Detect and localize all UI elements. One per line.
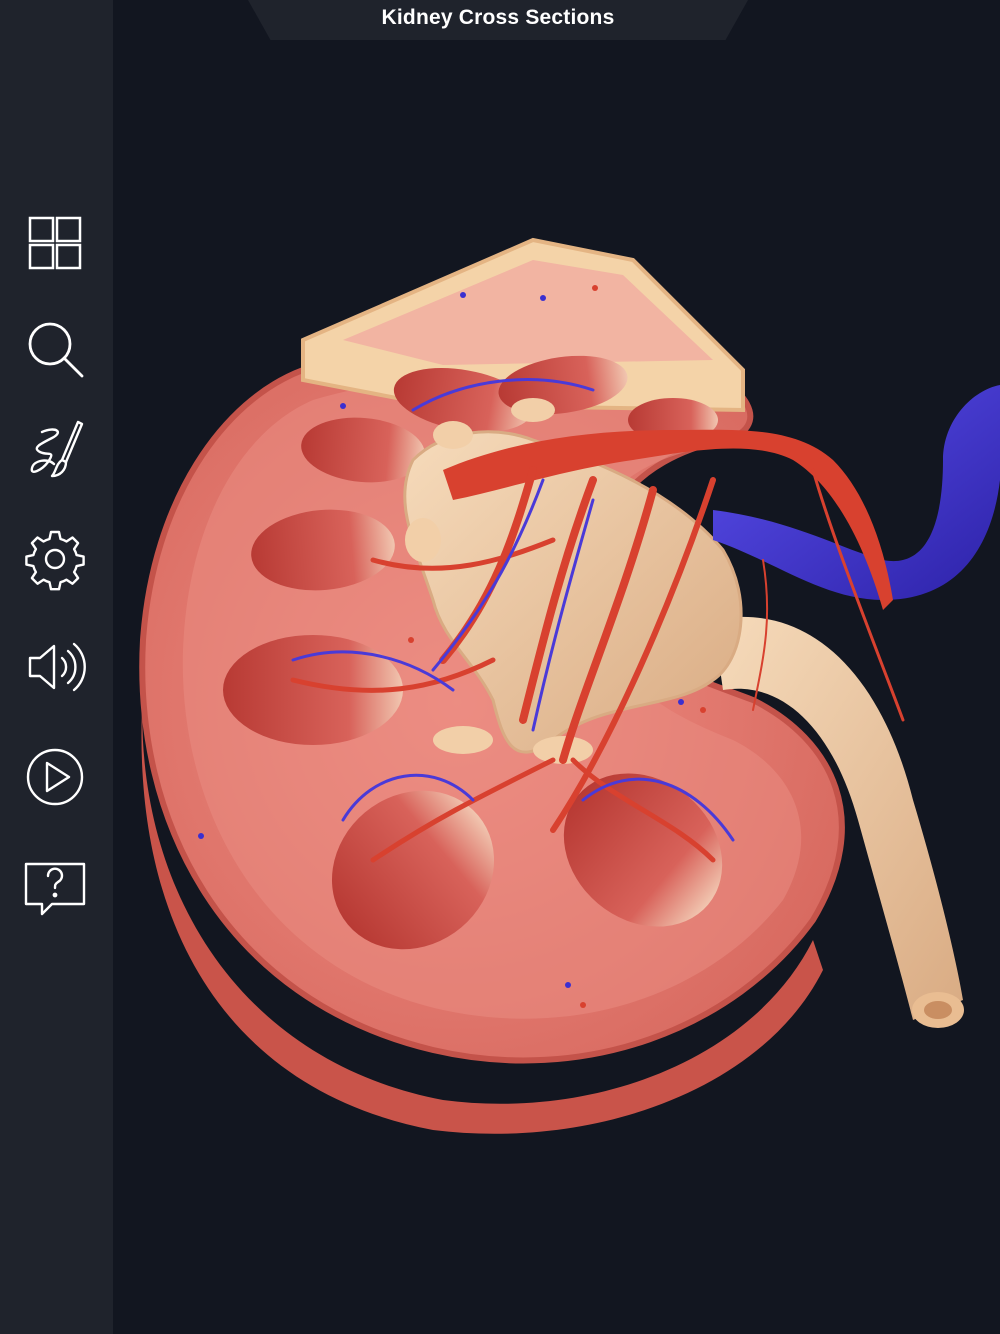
play-icon: [26, 748, 84, 806]
kidney-cross-section-model: [139, 237, 1000, 1134]
settings-button[interactable]: [20, 524, 90, 594]
gear-icon: [25, 530, 85, 591]
speaker-icon: [28, 642, 86, 692]
sidebar-toolbar: [0, 0, 113, 1334]
search-icon: [28, 322, 84, 378]
kidney-3d-viewport[interactable]: [113, 40, 1000, 1334]
help-button[interactable]: [20, 852, 90, 922]
audio-button[interactable]: [20, 632, 90, 702]
draw-icon: [30, 420, 84, 478]
page-title: Kidney Cross Sections: [381, 6, 615, 29]
app-window: Kidney Cross Sections: [0, 0, 1000, 1334]
search-button[interactable]: [20, 314, 90, 384]
play-button[interactable]: [20, 742, 90, 812]
draw-button[interactable]: [20, 416, 90, 486]
title-bar: Kidney Cross Sections: [248, 0, 748, 40]
help-icon: [24, 862, 86, 916]
grid-menu-button[interactable]: [20, 208, 90, 278]
grid-icon: [28, 216, 82, 270]
